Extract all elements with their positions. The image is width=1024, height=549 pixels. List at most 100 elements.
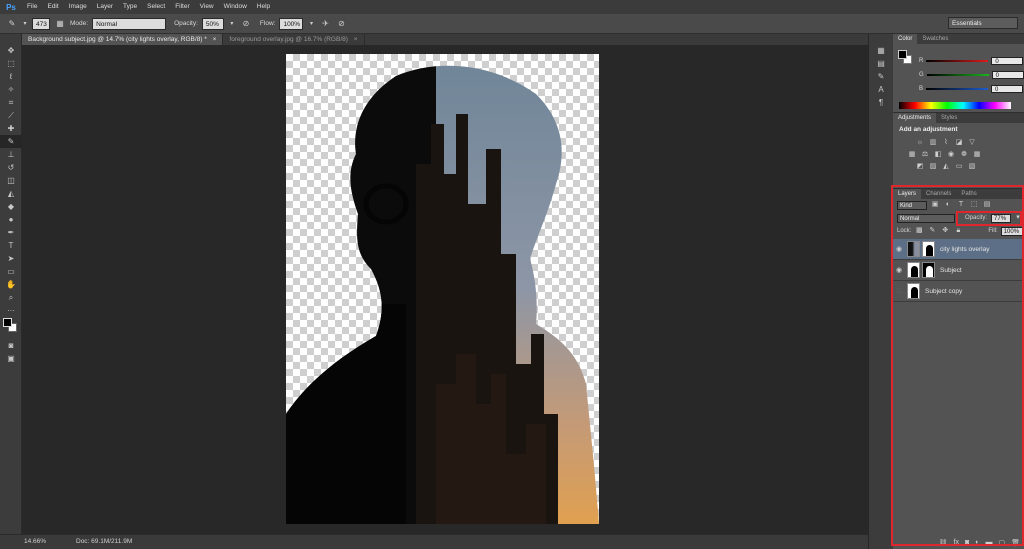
levels-adjust-icon[interactable]: ▥ — [928, 138, 938, 148]
green-value[interactable]: 0 — [991, 71, 1024, 79]
brush-tool-preset-icon[interactable]: ✎ — [6, 18, 18, 30]
brush-size-field[interactable]: 473 — [32, 17, 50, 30]
tab-label: Background subject.jpg @ 14.7% (city lig… — [28, 36, 207, 43]
properties-panel-icon[interactable]: ▤ — [869, 57, 893, 70]
eraser-tool-icon[interactable]: ◫ — [0, 174, 22, 187]
paragraph-panel-icon[interactable]: ¶ — [869, 96, 893, 109]
exposure-adjust-icon[interactable]: ◪ — [954, 138, 964, 148]
zoom-tool-icon[interactable]: ⌕ — [0, 291, 22, 304]
shape-tool-icon[interactable]: ▭ — [0, 265, 22, 278]
airbrush-icon[interactable]: ✈ — [319, 18, 331, 30]
dodge-tool-icon[interactable]: ● — [0, 213, 22, 226]
move-tool-icon[interactable]: ✥ — [0, 44, 22, 57]
blue-label: B — [919, 86, 924, 92]
color-balance-adjust-icon[interactable]: ⚖ — [920, 150, 930, 160]
bw-adjust-icon[interactable]: ◧ — [933, 150, 943, 160]
more-tools-icon[interactable]: ··· — [0, 304, 22, 317]
menu-bar: Ps File Edit Image Layer Type Select Fil… — [0, 0, 1024, 14]
blue-value[interactable]: 0 — [991, 85, 1024, 93]
brush-tool-icon[interactable]: ✎ — [0, 135, 22, 148]
path-select-tool-icon[interactable]: ➤ — [0, 252, 22, 265]
color-lookup-adjust-icon[interactable]: ▦ — [972, 150, 982, 160]
menu-window[interactable]: Window — [219, 0, 252, 14]
hand-tool-icon[interactable]: ✋ — [0, 278, 22, 291]
color-spectrum-bar[interactable] — [899, 102, 1011, 109]
photo-filter-adjust-icon[interactable]: ◉ — [946, 150, 956, 160]
history-brush-tool-icon[interactable]: ↺ — [0, 161, 22, 174]
color-panel: Color Swatches R 0 G 0 B 0 — [893, 34, 1024, 112]
document-canvas[interactable] — [286, 54, 599, 524]
channel-mixer-adjust-icon[interactable]: ❁ — [959, 150, 969, 160]
crop-tool-icon[interactable]: ⌗ — [0, 96, 22, 109]
document-tab-bar: Background subject.jpg @ 14.7% (city lig… — [22, 34, 868, 45]
pressure-size-icon[interactable]: ⊘ — [335, 18, 347, 30]
menu-type[interactable]: Type — [118, 0, 142, 14]
red-label: R — [919, 58, 924, 64]
red-value[interactable]: 0 — [991, 57, 1024, 65]
menu-select[interactable]: Select — [142, 0, 170, 14]
menu-view[interactable]: View — [195, 0, 219, 14]
menu-image[interactable]: Image — [64, 0, 92, 14]
tab-close-icon[interactable]: × — [213, 36, 217, 43]
doc-size-info[interactable]: Doc: 69.1M/211.9M — [76, 535, 132, 549]
selective-color-adjust-icon[interactable]: ▧ — [967, 162, 977, 172]
flow-dropdown-icon[interactable]: ▾ — [307, 18, 315, 30]
brightness-adjust-icon[interactable]: ☼ — [915, 138, 925, 148]
tab-styles[interactable]: Styles — [936, 113, 962, 123]
workspace-select[interactable]: Essentials — [948, 17, 1018, 29]
character-panel-icon[interactable]: A — [869, 83, 893, 96]
opacity-field[interactable]: 50% — [201, 17, 224, 30]
menu-filter[interactable]: Filter — [170, 0, 194, 14]
tab-background-subject[interactable]: Background subject.jpg @ 14.7% (city lig… — [22, 34, 224, 45]
blur-tool-icon[interactable]: ◆ — [0, 200, 22, 213]
blue-slider-row: B 0 — [913, 84, 1024, 94]
menu-file[interactable]: File — [22, 0, 42, 14]
clone-stamp-tool-icon[interactable]: ⊥ — [0, 148, 22, 161]
menu-layer[interactable]: Layer — [92, 0, 118, 14]
tab-adjustments[interactable]: Adjustments — [893, 113, 937, 123]
zoom-level[interactable]: 14.66% — [24, 535, 46, 549]
vibrance-adjust-icon[interactable]: ▽ — [967, 138, 977, 148]
lasso-tool-icon[interactable]: ℓ — [0, 70, 22, 83]
tab-color[interactable]: Color — [893, 34, 918, 44]
toolbox: ✥ ⬚ ℓ ✧ ⌗ ⟋ ✚ ✎ ⊥ ↺ ◫ ◭ ◆ ● ✒ T ➤ ▭ ✋ ⌕ … — [0, 34, 22, 534]
red-slider[interactable] — [926, 60, 989, 62]
quick-select-tool-icon[interactable]: ✧ — [0, 83, 22, 96]
marquee-tool-icon[interactable]: ⬚ — [0, 57, 22, 70]
gradient-map-adjust-icon[interactable]: ▭ — [954, 162, 964, 172]
screen-mode-icon[interactable]: ▣ — [0, 352, 22, 365]
type-tool-icon[interactable]: T — [0, 239, 22, 252]
adjustments-title: Add an adjustment — [899, 126, 958, 133]
green-slider[interactable] — [926, 74, 989, 76]
tab-label: foreground overlay.jpg @ 16.7% (RGB/8) — [229, 36, 348, 43]
opacity-label: Opacity: — [174, 20, 198, 27]
opacity-dropdown-icon[interactable]: ▾ — [228, 18, 236, 30]
hue-sat-adjust-icon[interactable]: ▦ — [907, 150, 917, 160]
foreground-color-swatch[interactable] — [3, 318, 12, 327]
tab-swatches[interactable]: Swatches — [917, 34, 953, 44]
history-panel-icon[interactable]: ▦ — [869, 44, 893, 57]
panel-icon-strip: ▦ ▤ ✎ A ¶ — [868, 34, 893, 549]
paint-bucket-tool-icon[interactable]: ◭ — [0, 187, 22, 200]
layers-panel-highlight — [891, 185, 1024, 546]
healing-brush-tool-icon[interactable]: ✚ — [0, 122, 22, 135]
posterize-adjust-icon[interactable]: ▨ — [928, 162, 938, 172]
quick-mask-icon[interactable]: ◙ — [0, 339, 22, 352]
invert-adjust-icon[interactable]: ◩ — [915, 162, 925, 172]
tab-close-icon[interactable]: × — [354, 36, 358, 43]
dropdown-arrow-icon[interactable]: ▾ — [22, 18, 28, 30]
pressure-opacity-icon[interactable]: ⊘ — [240, 18, 252, 30]
brush-presets-icon[interactable]: ✎ — [869, 70, 893, 83]
eyedropper-tool-icon[interactable]: ⟋ — [0, 109, 22, 122]
brush-panel-icon[interactable]: ▦ — [54, 18, 66, 30]
mode-select[interactable]: Normal — [92, 17, 167, 30]
tab-foreground-overlay[interactable]: foreground overlay.jpg @ 16.7% (RGB/8) × — [223, 34, 365, 45]
flow-field[interactable]: 100% — [279, 17, 304, 30]
blue-slider[interactable] — [926, 88, 989, 90]
menu-help[interactable]: Help — [252, 0, 275, 14]
menu-edit[interactable]: Edit — [42, 0, 63, 14]
threshold-adjust-icon[interactable]: ◭ — [941, 162, 951, 172]
curves-adjust-icon[interactable]: ⌇ — [941, 138, 951, 148]
color-fg-swatch[interactable] — [898, 50, 907, 59]
pen-tool-icon[interactable]: ✒ — [0, 226, 22, 239]
